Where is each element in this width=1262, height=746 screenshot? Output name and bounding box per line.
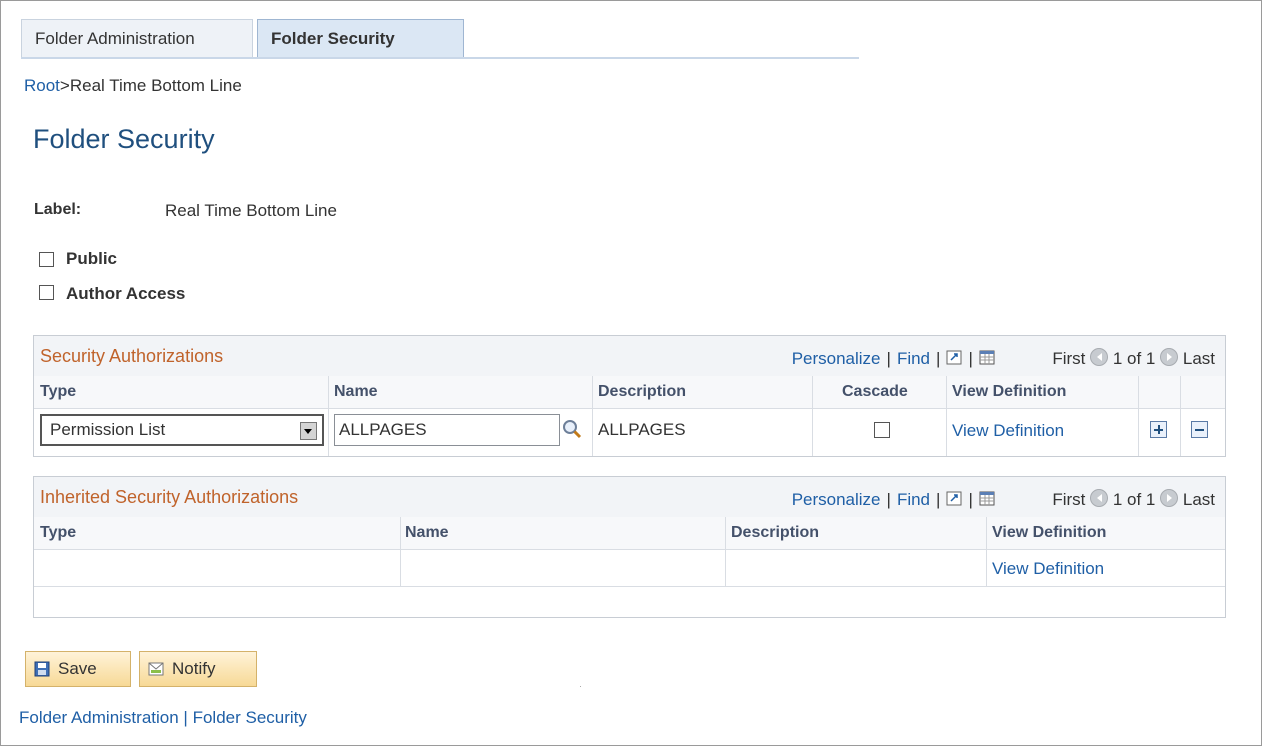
next-row-icon[interactable] — [1160, 489, 1179, 507]
spreadsheet-icon[interactable] — [979, 350, 995, 365]
grid-title: Security Authorizations — [40, 346, 224, 366]
separator: | — [886, 349, 891, 368]
spreadsheet-icon[interactable] — [979, 491, 995, 506]
save-button-label: Save — [58, 659, 97, 678]
new-window-icon[interactable] — [946, 350, 962, 365]
column-header-description: Description — [598, 383, 687, 400]
save-icon — [34, 661, 50, 677]
inherited-security-authorizations-grid: Inherited Security Authorizations Person… — [33, 476, 1226, 618]
new-window-icon[interactable] — [946, 491, 962, 506]
table-row: Permission List ALLPAGES ALLPAGES View D… — [34, 409, 1225, 455]
footer-folder-administration-link[interactable]: Folder Administration — [19, 708, 179, 727]
view-definition-link[interactable]: View Definition — [992, 559, 1104, 579]
view-definition-link[interactable]: View Definition — [952, 421, 1064, 441]
tab-bar: Folder Administration Folder Security — [21, 19, 859, 59]
tab-folder-administration[interactable]: Folder Administration — [21, 19, 253, 57]
column-header-type: Type — [40, 383, 77, 400]
column-header-name: Name — [405, 524, 449, 541]
cascade-checkbox[interactable] — [874, 422, 890, 438]
security-authorizations-grid: Security Authorizations Personalize | Find… — [33, 335, 1226, 457]
separator: | — [936, 490, 941, 509]
author-access-checkbox-label: Author Access — [66, 284, 186, 303]
public-checkbox-label: Public — [66, 249, 118, 268]
page-title: Folder Security — [33, 124, 215, 154]
separator: | — [968, 349, 973, 368]
column-header-view-definition: View Definition — [952, 383, 1067, 400]
notify-icon — [148, 662, 164, 676]
author-access-checkbox[interactable] — [39, 285, 54, 300]
save-button[interactable]: Save — [25, 651, 131, 687]
last-label: Last — [1182, 490, 1215, 509]
tab-folder-security[interactable]: Folder Security — [257, 19, 464, 57]
first-label: First — [1052, 349, 1086, 368]
column-header-cascade: Cascade — [842, 383, 908, 400]
grid-header: Security Authorizations Personalize | Find… — [34, 336, 1225, 377]
column-header-description: Description — [731, 524, 820, 541]
find-link[interactable]: Find — [897, 349, 930, 368]
notify-button-label: Notify — [172, 659, 216, 678]
column-headers: Type Name Description Cascade View Defin… — [34, 376, 1225, 409]
personalize-link[interactable]: Personalize — [792, 349, 881, 368]
personalize-link[interactable]: Personalize — [792, 490, 881, 509]
breadcrumb-root-link[interactable]: Root — [24, 76, 60, 95]
next-row-icon[interactable] — [1160, 348, 1179, 366]
breadcrumb: Root>Real Time Bottom Line — [24, 76, 242, 96]
separator: | — [936, 349, 941, 368]
grid-navigation: Personalize | Find | | First 1 of 1 Last — [792, 348, 1215, 369]
grid-navigation: Personalize | Find | | First 1 of 1 Last — [792, 489, 1215, 510]
type-select-value: Permission List — [50, 420, 166, 439]
footer-folder-security-link[interactable]: Folder Security — [193, 708, 307, 727]
grid-header: Inherited Security Authorizations Person… — [34, 477, 1225, 518]
description-value: ALLPAGES — [598, 420, 686, 439]
first-label: First — [1052, 490, 1086, 509]
column-header-view-definition: View Definition — [992, 524, 1107, 541]
separator: | — [886, 490, 891, 509]
grid-title: Inherited Security Authorizations — [40, 487, 299, 507]
previous-row-icon[interactable] — [1090, 489, 1109, 507]
previous-row-icon[interactable] — [1090, 348, 1109, 366]
public-checkbox[interactable] — [39, 252, 54, 267]
divider-dot — [580, 686, 581, 687]
row-range: 1 of 1 — [1112, 490, 1156, 509]
column-headers: Type Name Description View Definition — [34, 517, 1225, 550]
footer-separator: | — [183, 708, 188, 727]
last-label: Last — [1182, 349, 1215, 368]
dropdown-arrow-icon[interactable] — [300, 422, 317, 440]
type-select[interactable]: Permission List — [40, 414, 324, 446]
name-input[interactable]: ALLPAGES — [334, 414, 560, 446]
label-caption: Label: — [34, 201, 82, 218]
row-range: 1 of 1 — [1112, 349, 1156, 368]
add-row-icon[interactable] — [1150, 421, 1167, 438]
find-link[interactable]: Find — [897, 490, 930, 509]
table-row: View Definition — [34, 550, 1225, 587]
footer-links: Folder Administration | Folder Security — [19, 708, 307, 728]
separator: | — [968, 490, 973, 509]
delete-row-icon[interactable] — [1191, 421, 1208, 438]
column-header-type: Type — [40, 524, 77, 541]
label-value: Real Time Bottom Line — [165, 201, 337, 220]
lookup-icon[interactable] — [562, 419, 582, 439]
column-header-name: Name — [334, 383, 378, 400]
notify-button[interactable]: Notify — [139, 651, 257, 687]
breadcrumb-current: >Real Time Bottom Line — [59, 76, 242, 95]
